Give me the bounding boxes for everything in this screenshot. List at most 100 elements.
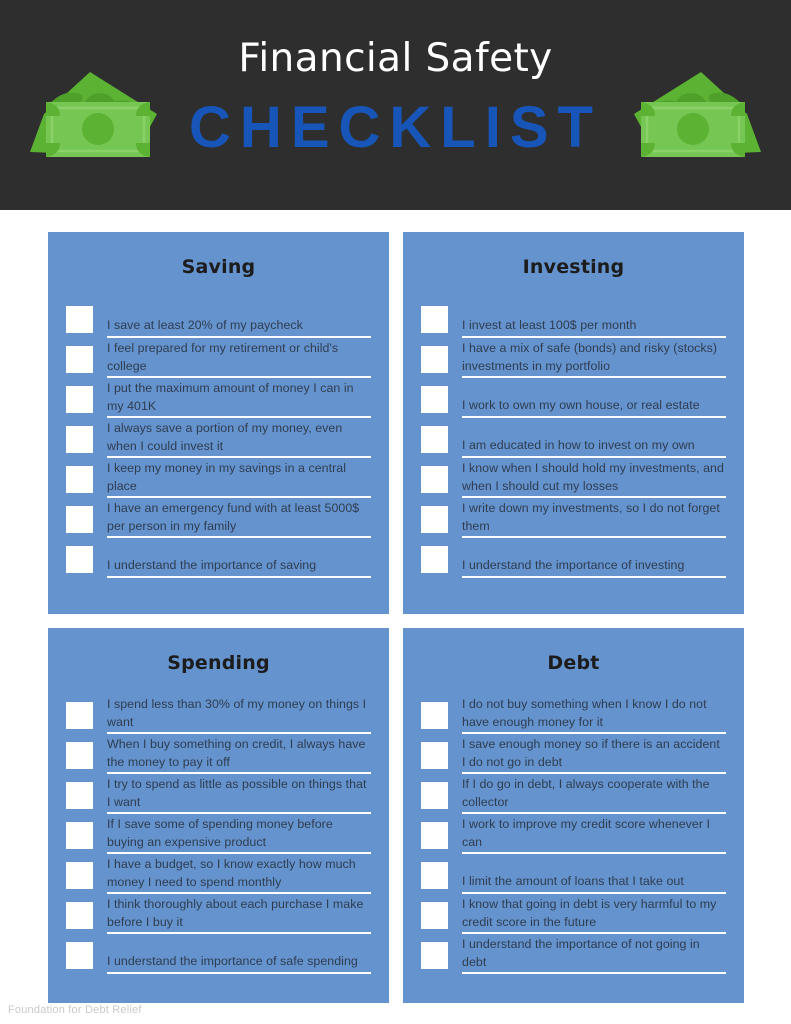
page-header: Financial Safety CHECKLIST xyxy=(0,0,791,210)
checkbox-icon[interactable] xyxy=(421,546,448,573)
checklist-item[interactable]: I know when I should hold my investments… xyxy=(421,458,726,498)
checklist-item-label: I understand the importance of safe spen… xyxy=(107,954,358,968)
checklist-card-investing: Investing I invest at least 100$ per mon… xyxy=(403,232,744,614)
checklist-item[interactable]: I put the maximum amount of money I can … xyxy=(66,378,371,418)
checkbox-icon[interactable] xyxy=(421,822,448,849)
checklist-item[interactable]: I understand the importance of not going… xyxy=(421,934,726,974)
checklist-item[interactable]: I have a mix of safe (bonds) and risky (… xyxy=(421,338,726,378)
checklist-item[interactable]: I feel prepared for my retirement or chi… xyxy=(66,338,371,378)
checklist-item[interactable]: I know that going in debt is very harmfu… xyxy=(421,894,726,934)
checklist-item-label: I spend less than 30% of my money on thi… xyxy=(107,697,367,729)
checklist-item[interactable]: I work to own my own house, or real esta… xyxy=(421,378,726,418)
checkbox-icon[interactable] xyxy=(421,862,448,889)
checklist-item-rule: I limit the amount of loans that I take … xyxy=(462,873,726,894)
checklist-item-rule: I do not buy something when I know I do … xyxy=(462,696,726,734)
checklist-item-label: I have an emergency fund with at least 5… xyxy=(107,501,360,533)
checklist-item-rule: I understand the importance of not going… xyxy=(462,936,726,974)
checklist-item-label: I feel prepared for my retirement or chi… xyxy=(107,341,339,373)
checklist-item-label: I think thoroughly about each purchase I… xyxy=(107,897,364,929)
checklist-items-saving: I save at least 20% of my paycheck I fee… xyxy=(66,298,371,578)
checklist-item[interactable]: I am educated in how to invest on my own xyxy=(421,418,726,458)
checklist-item-label: I understand the importance of saving xyxy=(107,558,317,572)
checkbox-icon[interactable] xyxy=(66,702,93,729)
checklist-item-rule: I think thoroughly about each purchase I… xyxy=(107,896,371,934)
checklist-item-label: I have a budget, so I know exactly how m… xyxy=(107,857,356,889)
checkbox-icon[interactable] xyxy=(421,426,448,453)
checklist-items-debt: I do not buy something when I know I do … xyxy=(421,694,726,974)
checklist-item[interactable]: When I buy something on credit, I always… xyxy=(66,734,371,774)
checklist-item-label: I understand the importance of investing xyxy=(462,558,685,572)
checkbox-icon[interactable] xyxy=(66,822,93,849)
page-title: Financial Safety xyxy=(238,36,553,81)
checklist-item[interactable]: If I save some of spending money before … xyxy=(66,814,371,854)
checkbox-icon[interactable] xyxy=(66,306,93,333)
checkbox-icon[interactable] xyxy=(66,506,93,533)
checkbox-icon[interactable] xyxy=(421,742,448,769)
checklist-item[interactable]: I have an emergency fund with at least 5… xyxy=(66,498,371,538)
checkbox-icon[interactable] xyxy=(66,346,93,373)
checklist-item-label: I try to spend as little as possible on … xyxy=(107,777,367,809)
checklist-item-rule: I am educated in how to invest on my own xyxy=(462,437,726,458)
checklist-item[interactable]: I do not buy something when I know I do … xyxy=(421,694,726,734)
checklist-item-rule: I understand the importance of investing xyxy=(462,557,726,578)
checklist-item[interactable]: I always save a portion of my money, eve… xyxy=(66,418,371,458)
checklist-item-rule: I put the maximum amount of money I can … xyxy=(107,380,371,418)
checklist-item[interactable]: I have a budget, so I know exactly how m… xyxy=(66,854,371,894)
checkbox-icon[interactable] xyxy=(66,942,93,969)
checklist-item[interactable]: If I do go in debt, I always cooperate w… xyxy=(421,774,726,814)
checklist-item-rule: I understand the importance of saving xyxy=(107,557,371,578)
checkbox-icon[interactable] xyxy=(421,506,448,533)
checklist-card-spending: Spending I spend less than 30% of my mon… xyxy=(48,628,389,1003)
checklist-item[interactable]: I understand the importance of saving xyxy=(66,538,371,578)
money-bills-icon-left xyxy=(22,52,172,162)
checklist-item-rule: I have an emergency fund with at least 5… xyxy=(107,500,371,538)
checkbox-icon[interactable] xyxy=(421,942,448,969)
checkbox-icon[interactable] xyxy=(66,466,93,493)
checkbox-icon[interactable] xyxy=(66,546,93,573)
checkbox-icon[interactable] xyxy=(421,782,448,809)
checklist-item[interactable]: I understand the importance of safe spen… xyxy=(66,934,371,974)
checklist-item[interactable]: I invest at least 100$ per month xyxy=(421,298,726,338)
checklist-item-label: I limit the amount of loans that I take … xyxy=(462,874,684,888)
checklist-item-label: If I save some of spending money before … xyxy=(107,817,333,849)
checklist-item-label: I always save a portion of my money, eve… xyxy=(107,421,343,453)
checkbox-icon[interactable] xyxy=(66,902,93,929)
checklist-item-label: I save enough money so if there is an ac… xyxy=(462,737,720,769)
checklist-item[interactable]: I understand the importance of investing xyxy=(421,538,726,578)
checklist-item[interactable]: I spend less than 30% of my money on thi… xyxy=(66,694,371,734)
checkbox-icon[interactable] xyxy=(421,466,448,493)
checklist-items-investing: I invest at least 100$ per month I have … xyxy=(421,298,726,578)
checklist-item-rule: I know when I should hold my investments… xyxy=(462,460,726,498)
checkbox-icon[interactable] xyxy=(66,742,93,769)
checkbox-icon[interactable] xyxy=(66,862,93,889)
checklist-item-rule: I try to spend as little as possible on … xyxy=(107,776,371,814)
checklist-item-rule: I invest at least 100$ per month xyxy=(462,317,726,338)
checklist-item[interactable]: I save at least 20% of my paycheck xyxy=(66,298,371,338)
checkbox-icon[interactable] xyxy=(421,702,448,729)
checkbox-icon[interactable] xyxy=(421,386,448,413)
checklist-item-label: I invest at least 100$ per month xyxy=(462,318,637,332)
checklist-item[interactable]: I try to spend as little as possible on … xyxy=(66,774,371,814)
checklist-item-rule: I work to own my own house, or real esta… xyxy=(462,397,726,418)
checkbox-icon[interactable] xyxy=(66,386,93,413)
checklist-item-rule: I save enough money so if there is an ac… xyxy=(462,736,726,774)
checklist-item-label: I do not buy something when I know I do … xyxy=(462,697,707,729)
checklist-item-rule: I write down my investments, so I do not… xyxy=(462,500,726,538)
checklist-item[interactable]: I keep my money in my savings in a centr… xyxy=(66,458,371,498)
checkbox-icon[interactable] xyxy=(66,426,93,453)
checkbox-icon[interactable] xyxy=(421,902,448,929)
checklist-item[interactable]: I save enough money so if there is an ac… xyxy=(421,734,726,774)
checklist-item[interactable]: I think thoroughly about each purchase I… xyxy=(66,894,371,934)
checklist-item[interactable]: I limit the amount of loans that I take … xyxy=(421,854,726,894)
checklist-item-label: I work to own my own house, or real esta… xyxy=(462,398,700,412)
checklist-item[interactable]: I work to improve my credit score whenev… xyxy=(421,814,726,854)
checklist-item-label: I understand the importance of not going… xyxy=(462,937,700,969)
checkbox-icon[interactable] xyxy=(66,782,93,809)
checklist-item[interactable]: I write down my investments, so I do not… xyxy=(421,498,726,538)
checklist-item-label: I put the maximum amount of money I can … xyxy=(107,381,354,413)
checklist-board: Saving I save at least 20% of my paychec… xyxy=(0,210,791,1024)
checkbox-icon[interactable] xyxy=(421,346,448,373)
checklist-item-rule: I know that going in debt is very harmfu… xyxy=(462,896,726,934)
checkbox-icon[interactable] xyxy=(421,306,448,333)
checklist-items-spending: I spend less than 30% of my money on thi… xyxy=(66,694,371,974)
